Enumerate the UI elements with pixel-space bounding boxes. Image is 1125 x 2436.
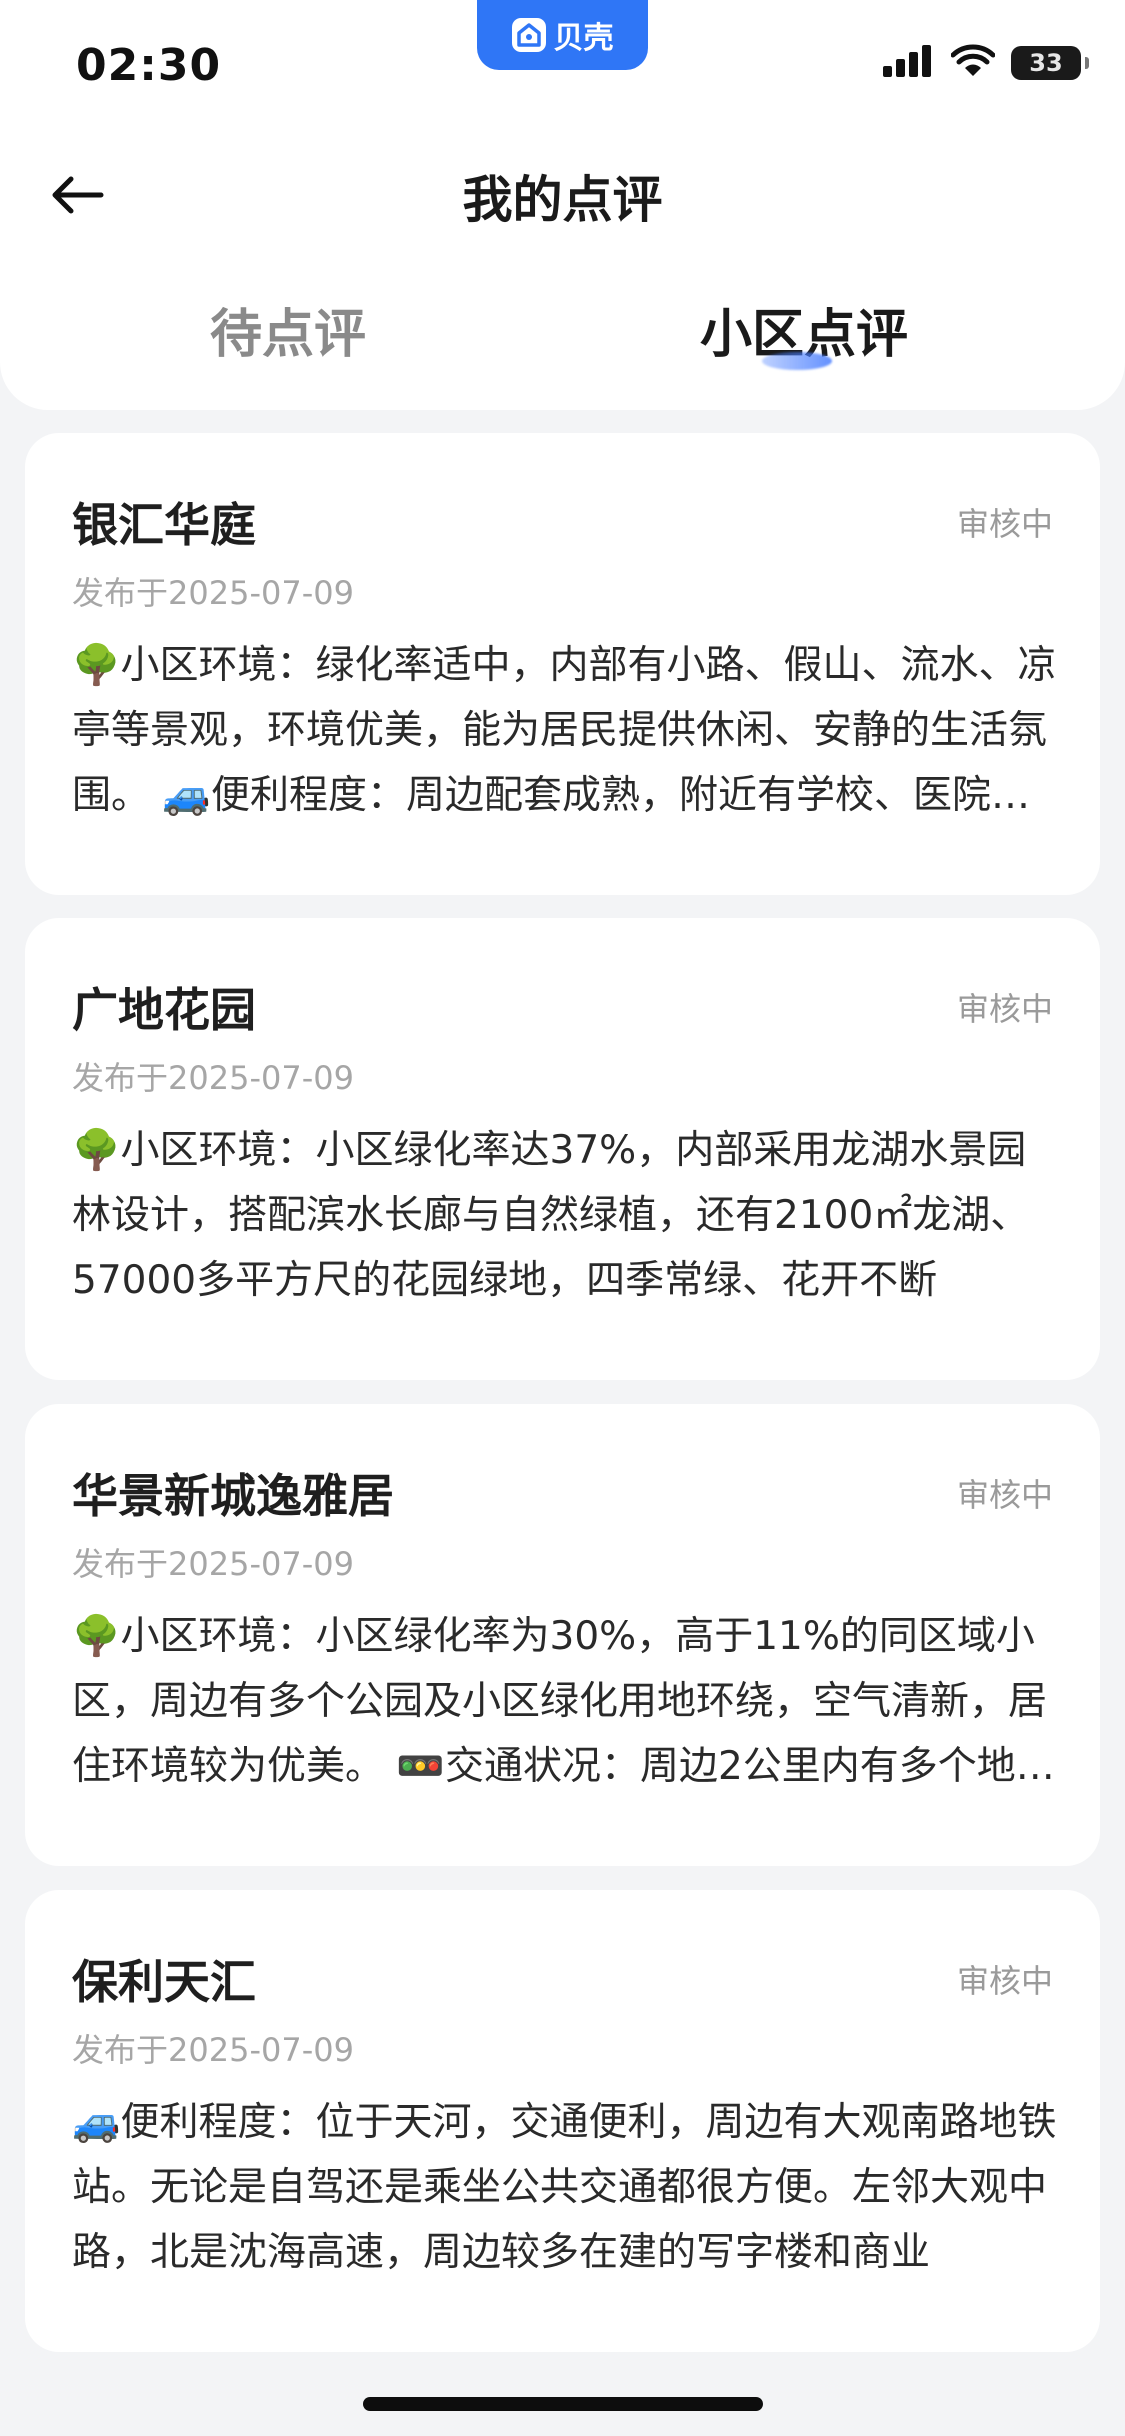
- review-text: 🌳小区环境：绿化率适中，内部有小路、假山、流水、凉亭等景观，环境优美，能为居民提…: [72, 643, 1057, 818]
- review-status: 审核中: [956, 1476, 1053, 1514]
- review-text: 🌳小区环境：小区绿化率达37%，内部采用龙湖水景园林设计，搭配滨水长廊与自然绿植…: [72, 1128, 1030, 1303]
- publish-date: 发布于2025-07-09: [72, 2031, 354, 2069]
- beike-logo-icon: [511, 18, 546, 52]
- review-status: 审核中: [956, 505, 1053, 543]
- publish-date: 发布于2025-07-09: [72, 574, 354, 612]
- battery-icon: 33: [1011, 46, 1089, 80]
- publish-date: 发布于2025-07-09: [72, 1545, 354, 1583]
- community-name: 华景新城逸雅居: [72, 1469, 394, 1523]
- review-card[interactable]: 保利天汇 审核中 发布于2025-07-09 🚙便利程度：位于天河，交通便利，周…: [25, 1890, 1100, 2352]
- publish-date: 发布于2025-07-09: [72, 1059, 354, 1097]
- community-name: 保利天汇: [72, 1955, 256, 2009]
- tab-pending-reviews[interactable]: 待点评: [210, 292, 366, 367]
- active-tab-indicator: [762, 352, 832, 370]
- community-name: 广地花园: [72, 983, 256, 1037]
- signal-icon: [881, 44, 935, 82]
- status-time: 02:30: [76, 40, 222, 91]
- community-name: 银汇华庭: [72, 498, 256, 552]
- status-icons: 33: [881, 44, 1089, 82]
- review-card[interactable]: 华景新城逸雅居 审核中 发布于2025-07-09 🌳小区环境：小区绿化率为30…: [25, 1404, 1100, 1866]
- home-indicator[interactable]: [363, 2397, 763, 2411]
- review-text: 🌳小区环境：小区绿化率为30%，高于11%的同区域小区，周边有多个公园及小区绿化…: [72, 1614, 1055, 1789]
- review-text: 🚙便利程度：位于天河，交通便利，周边有大观南路地铁站。无论是自驾还是乘坐公共交通…: [72, 2100, 1057, 2275]
- app-indicator-label: 贝壳: [553, 21, 614, 56]
- review-status: 审核中: [956, 990, 1053, 1028]
- review-card[interactable]: 银汇华庭 审核中 发布于2025-07-09 🌳小区环境：绿化率适中，内部有小路…: [25, 433, 1100, 895]
- page-title: 我的点评: [462, 171, 663, 229]
- app-indicator-pill[interactable]: 贝壳: [477, 0, 648, 70]
- review-card[interactable]: 广地花园 审核中 发布于2025-07-09 🌳小区环境：小区绿化率达37%，内…: [25, 918, 1100, 1380]
- review-status: 审核中: [956, 1962, 1053, 2000]
- wifi-icon: [950, 44, 996, 82]
- header-area: 02:30 贝壳 33 我的点评 待点评 小区点评: [0, 0, 1125, 410]
